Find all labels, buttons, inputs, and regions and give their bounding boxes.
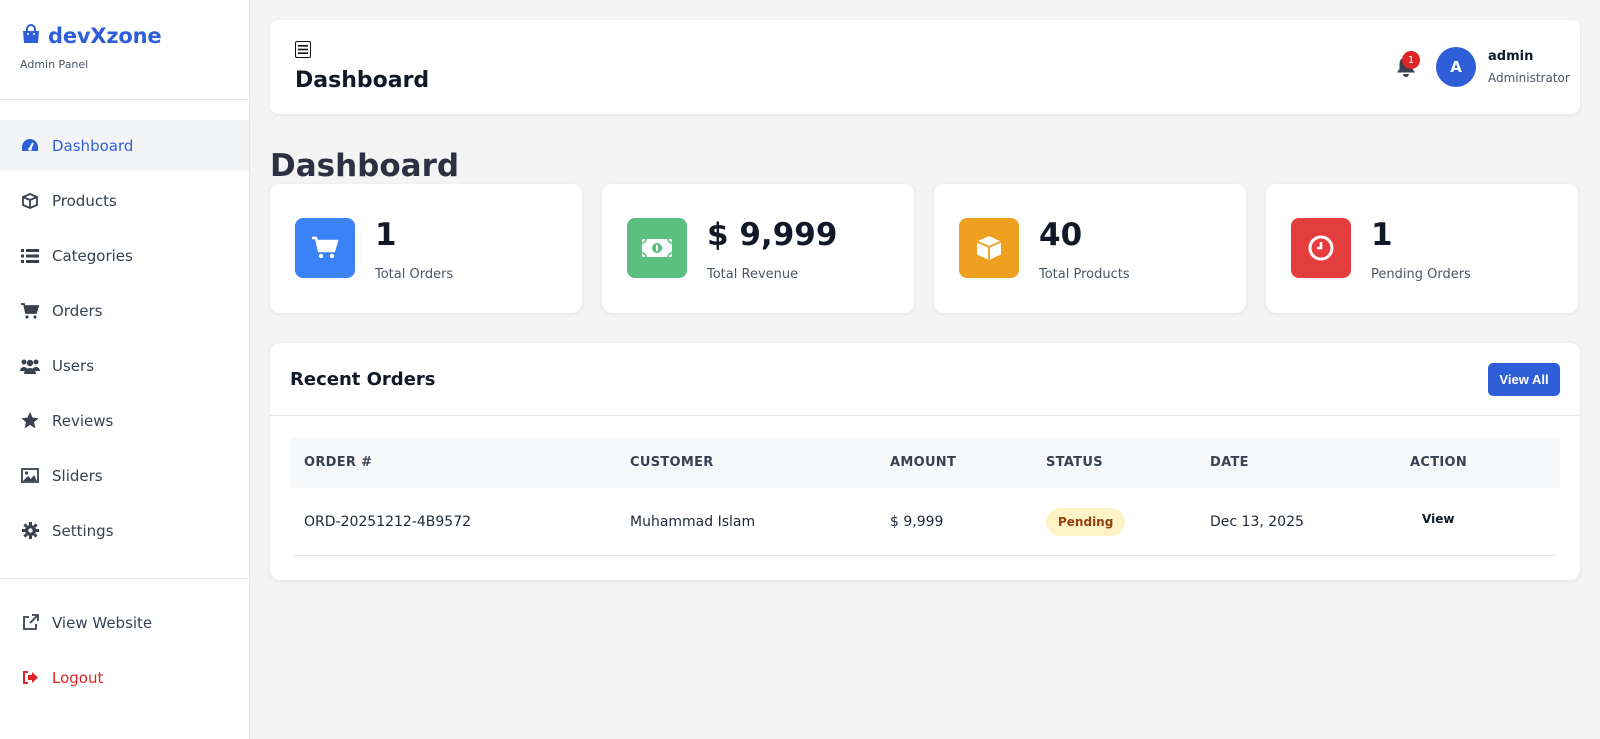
recent-orders-title: Recent Orders bbox=[290, 369, 436, 390]
view-order-link[interactable]: View bbox=[1422, 512, 1454, 526]
menu-toggle-button[interactable] bbox=[295, 41, 311, 58]
orders-table: ORDER # CUSTOMER AMOUNT STATUS DATE ACTI… bbox=[290, 437, 1560, 556]
stat-label: Total Revenue bbox=[707, 267, 799, 282]
column-header: CUSTOMER bbox=[630, 455, 714, 470]
sidebar-item-label: Sliders bbox=[52, 466, 103, 485]
sidebar-item-users[interactable]: Users bbox=[0, 340, 249, 391]
cart-icon bbox=[20, 301, 40, 321]
table-row: ORD-20251212-4B9572 Muhammad Islam $ 9,9… bbox=[294, 488, 1556, 556]
box-icon bbox=[959, 218, 1019, 278]
stat-value: 1 bbox=[375, 217, 397, 253]
avatar[interactable]: A bbox=[1436, 47, 1476, 87]
shopping-bag-icon bbox=[20, 24, 42, 48]
user-role: Administrator bbox=[1488, 71, 1570, 85]
order-date: Dec 13, 2025 bbox=[1210, 513, 1304, 530]
customer-name: Muhammad Islam bbox=[630, 513, 756, 530]
recent-orders-header: Recent Orders View All bbox=[270, 343, 1580, 416]
sidebar-item-label: Logout bbox=[52, 668, 104, 687]
stat-label: Pending Orders bbox=[1371, 267, 1471, 282]
sidebar-item-label: Users bbox=[52, 356, 95, 375]
topbar: Dashboard 1 A admin Administrator bbox=[270, 20, 1580, 114]
gear-icon bbox=[20, 521, 40, 541]
sidebar: devXzone Admin Panel Dashboard Products … bbox=[0, 0, 250, 739]
recent-orders-card: Recent Orders View All ORDER # CUSTOMER … bbox=[270, 343, 1580, 580]
star-icon bbox=[20, 411, 40, 431]
stat-card-total-orders: 1 Total Orders bbox=[270, 184, 582, 313]
view-all-button[interactable]: View All bbox=[1488, 363, 1560, 396]
column-header: DATE bbox=[1210, 455, 1249, 470]
sidebar-item-label: Categories bbox=[52, 246, 133, 265]
sidebar-item-label: View Website bbox=[52, 613, 153, 632]
stat-card-total-products: 40 Total Products bbox=[934, 184, 1246, 313]
order-number: ORD-20251212-4B9572 bbox=[304, 513, 472, 530]
page-title: Dashboard bbox=[270, 148, 460, 184]
stat-value: $ 9,999 bbox=[707, 217, 838, 253]
column-header: ACTION bbox=[1410, 455, 1468, 470]
users-icon bbox=[20, 356, 40, 376]
clock-icon bbox=[1291, 218, 1351, 278]
sidebar-item-label: Settings bbox=[52, 521, 114, 540]
stats-row: 1 Total Orders $ 9,999 Total Revenue 40 … bbox=[270, 184, 1580, 313]
money-icon bbox=[627, 218, 687, 278]
box-icon bbox=[20, 191, 40, 211]
topbar-title: Dashboard bbox=[295, 68, 430, 93]
stat-label: Total Orders bbox=[375, 267, 454, 282]
sidebar-item-reviews[interactable]: Reviews bbox=[0, 395, 249, 446]
sidebar-item-sliders[interactable]: Sliders bbox=[0, 450, 249, 501]
sidebar-item-label: Dashboard bbox=[52, 136, 134, 155]
sidebar-item-view-website[interactable]: View Website bbox=[0, 597, 249, 648]
sidebar-item-label: Products bbox=[52, 191, 117, 210]
sidebar-footer: View Website Logout bbox=[0, 578, 249, 703]
brand-logo[interactable]: devXzone bbox=[20, 24, 229, 48]
sidebar-item-label: Reviews bbox=[52, 411, 114, 430]
sidebar-nav: Dashboard Products Categories Orders Use… bbox=[0, 100, 249, 703]
column-header: ORDER # bbox=[304, 455, 373, 470]
sidebar-item-settings[interactable]: Settings bbox=[0, 505, 249, 556]
sidebar-item-dashboard[interactable]: Dashboard bbox=[0, 120, 249, 171]
order-amount: $ 9,999 bbox=[890, 513, 944, 530]
external-link-icon bbox=[20, 613, 40, 633]
column-header: AMOUNT bbox=[890, 455, 957, 470]
notification-badge: 1 bbox=[1402, 51, 1420, 69]
status-badge: Pending bbox=[1046, 507, 1126, 536]
stat-label: Total Products bbox=[1039, 267, 1130, 282]
main-content: Dashboard 1 A admin Administrator Dashbo… bbox=[270, 20, 1580, 580]
hamburger-icon bbox=[298, 45, 308, 54]
cart-icon bbox=[295, 218, 355, 278]
stat-card-total-revenue: $ 9,999 Total Revenue bbox=[602, 184, 914, 313]
sidebar-item-logout[interactable]: Logout bbox=[0, 652, 249, 703]
stat-value: 40 bbox=[1039, 217, 1083, 253]
sidebar-item-categories[interactable]: Categories bbox=[0, 230, 249, 281]
sidebar-item-label: Orders bbox=[52, 301, 103, 320]
brand-subtitle: Admin Panel bbox=[20, 58, 89, 71]
dashboard-icon bbox=[20, 136, 40, 156]
stat-card-pending-orders: 1 Pending Orders bbox=[1266, 184, 1578, 313]
user-name: admin bbox=[1488, 49, 1534, 64]
stat-value: 1 bbox=[1371, 217, 1393, 253]
brand-name: devXzone bbox=[48, 24, 162, 48]
logout-icon bbox=[20, 668, 40, 688]
sidebar-item-products[interactable]: Products bbox=[0, 175, 249, 226]
brand: devXzone Admin Panel bbox=[0, 0, 249, 100]
sidebar-item-orders[interactable]: Orders bbox=[0, 285, 249, 336]
status-pill: Pending bbox=[1046, 507, 1126, 536]
column-header: STATUS bbox=[1046, 455, 1103, 470]
list-icon bbox=[20, 246, 40, 266]
image-icon bbox=[20, 466, 40, 486]
table-header: ORDER # CUSTOMER AMOUNT STATUS DATE ACTI… bbox=[290, 437, 1560, 488]
